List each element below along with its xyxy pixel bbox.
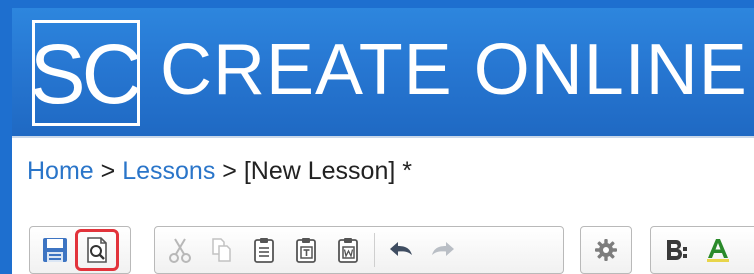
toolbar-group-settings — [580, 226, 632, 274]
save-button[interactable] — [36, 232, 74, 268]
preview-icon — [87, 237, 107, 263]
redo-icon — [432, 242, 454, 256]
undo-icon — [390, 242, 412, 256]
toolbar-separator — [374, 233, 375, 267]
breadcrumb-separator: > — [100, 157, 116, 185]
save-icon — [43, 238, 67, 262]
breadcrumb-home-link[interactable]: Home — [27, 157, 94, 185]
toolbar-group-formatting — [650, 226, 754, 274]
app-title: CREATE ONLINE — [160, 30, 748, 110]
paste-word-icon — [338, 238, 358, 263]
toolbar-group-clipboard — [154, 226, 564, 274]
copy-button[interactable] — [203, 232, 241, 268]
paste-text-icon — [296, 238, 316, 263]
app-logo[interactable]: SC — [29, 20, 143, 126]
breadcrumb-lessons-link[interactable]: Lessons — [122, 157, 215, 185]
toolbar-group-document — [29, 226, 131, 274]
cut-icon — [169, 238, 191, 263]
header-divider — [12, 136, 754, 138]
breadcrumb-separator: > — [222, 157, 237, 185]
format-button[interactable] — [657, 232, 695, 268]
settings-button[interactable] — [587, 232, 625, 268]
preview-button[interactable] — [75, 229, 119, 271]
text-color-button[interactable] — [699, 232, 737, 268]
paste-word-button[interactable] — [329, 232, 367, 268]
format-icon — [667, 240, 687, 260]
cut-button[interactable] — [161, 232, 199, 268]
text-color-icon — [707, 239, 729, 262]
frame-left-border — [0, 0, 12, 274]
logo-text: SC — [29, 27, 143, 121]
copy-icon — [212, 238, 231, 262]
app-header: SC CREATE ONLINE — [12, 8, 754, 136]
settings-icon — [595, 239, 617, 261]
paste-text-button[interactable] — [287, 232, 325, 268]
paste-button[interactable] — [245, 232, 283, 268]
undo-button[interactable] — [382, 232, 420, 268]
breadcrumb: Home > Lessons > [New Lesson] * — [27, 154, 412, 188]
breadcrumb-current: [New Lesson] * — [243, 157, 412, 185]
redo-button[interactable] — [424, 232, 462, 268]
paste-icon — [254, 238, 274, 263]
frame-top-border — [0, 0, 754, 8]
